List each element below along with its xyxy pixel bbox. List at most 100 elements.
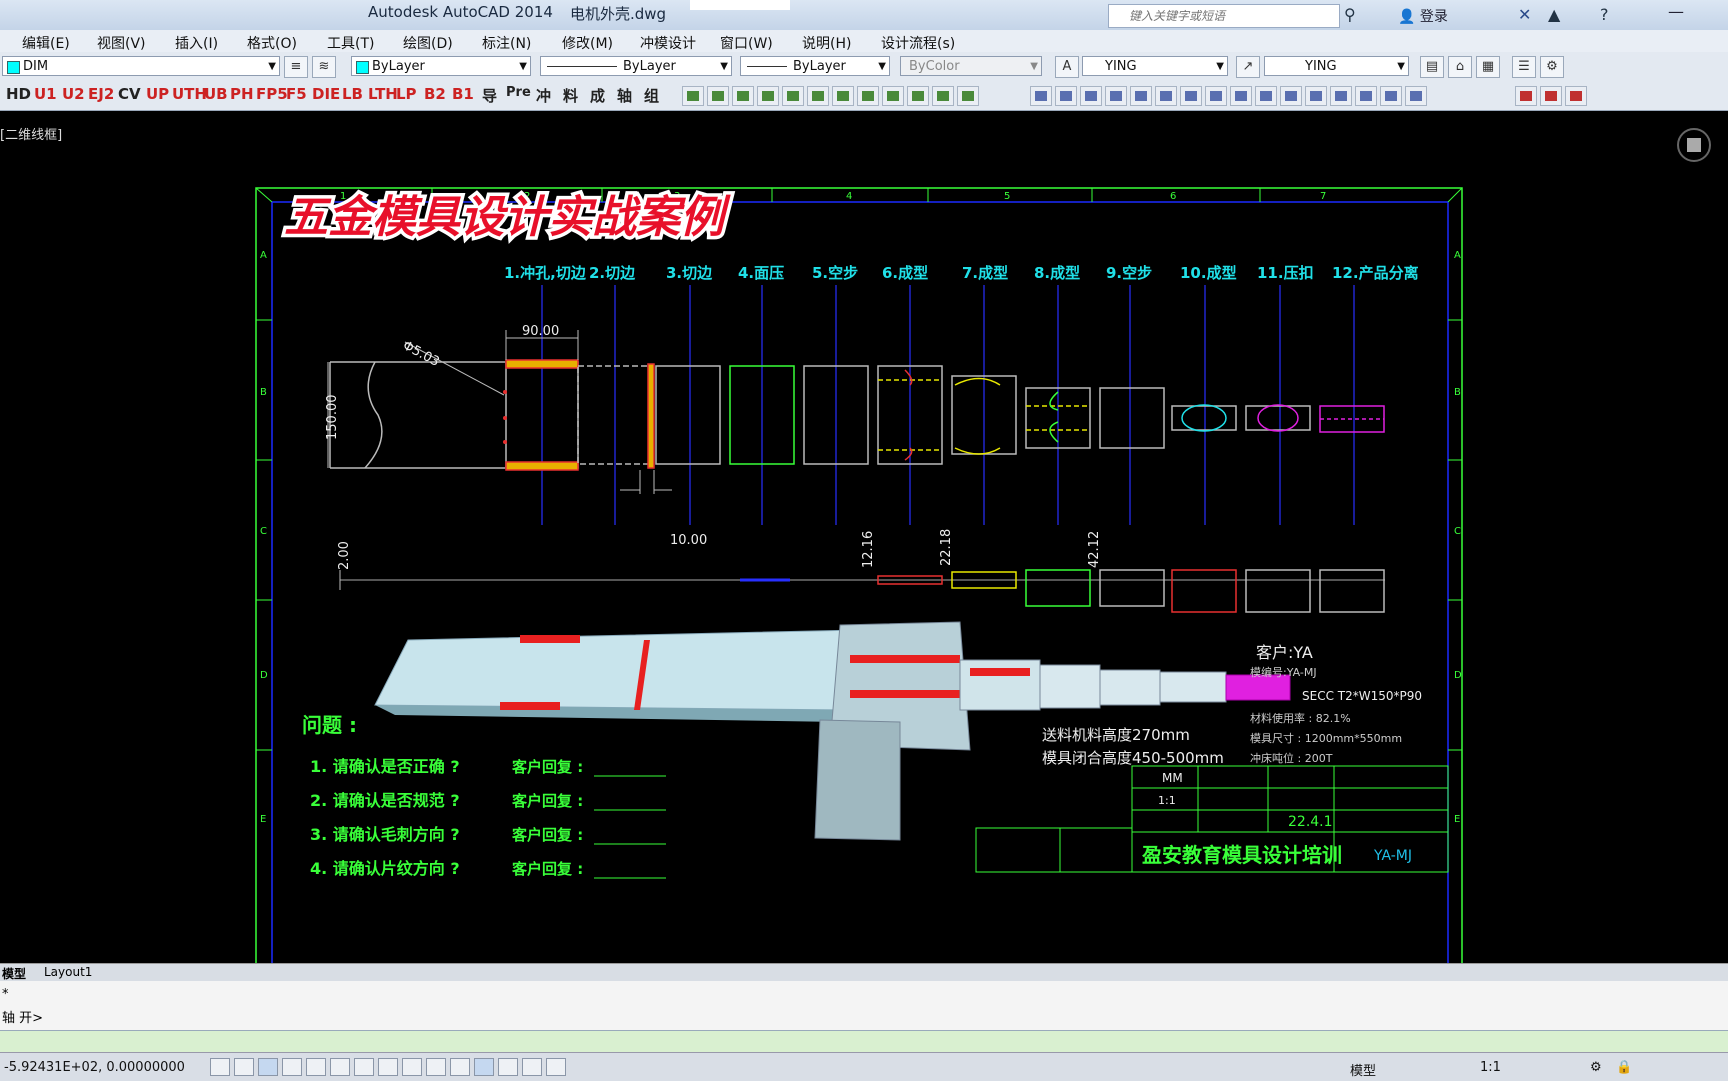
menu-tools[interactable]: 工具(T): [327, 33, 374, 53]
exchange-icon[interactable]: ✕: [1518, 5, 1531, 24]
tool-icon[interactable]: [757, 86, 779, 106]
tool-icon[interactable]: [1105, 86, 1127, 106]
tool-u2[interactable]: U2: [62, 85, 85, 103]
tool-axis[interactable]: 轴: [617, 85, 632, 106]
tool-icon[interactable]: [707, 86, 729, 106]
am-toggle-icon[interactable]: [546, 1058, 566, 1076]
tool-lth[interactable]: LTH: [368, 85, 398, 103]
tool-icon[interactable]: [832, 86, 854, 106]
tool-icon[interactable]: [732, 86, 754, 106]
tool-b2[interactable]: B2: [424, 85, 446, 103]
menu-edit[interactable]: 编辑(E): [22, 33, 70, 53]
help-icon[interactable]: ?: [1600, 5, 1609, 24]
tool-icon[interactable]: [882, 86, 904, 106]
dim-style-icon[interactable]: ↗: [1236, 56, 1260, 78]
tool-icon[interactable]: [1280, 86, 1302, 106]
tool-form[interactable]: 成: [590, 85, 605, 106]
ortho-toggle-icon[interactable]: [282, 1058, 302, 1076]
tool-up[interactable]: UP: [146, 85, 169, 103]
tool-icon[interactable]: [1030, 86, 1052, 106]
tool-icon[interactable]: [1180, 86, 1202, 106]
color-combo[interactable]: ByLayer ▼: [351, 56, 531, 76]
multileader-icon[interactable]: ⌂: [1448, 56, 1472, 78]
tool-icon[interactable]: [1205, 86, 1227, 106]
tool-icon[interactable]: [1565, 86, 1587, 106]
tool-lb[interactable]: LB: [342, 85, 363, 103]
tool-icon[interactable]: [932, 86, 954, 106]
annotation-scale[interactable]: 1:1: [1480, 1060, 1501, 1075]
tool-cv[interactable]: CV: [118, 85, 141, 103]
minimize-button[interactable]: —: [1668, 2, 1684, 21]
3dosnap-toggle-icon[interactable]: [354, 1058, 374, 1076]
tool-group[interactable]: 组: [644, 85, 659, 106]
tool-ub[interactable]: UB: [204, 85, 228, 103]
qp-toggle-icon[interactable]: [498, 1058, 518, 1076]
menu-help[interactable]: 说明(H): [802, 33, 851, 53]
menu-modify[interactable]: 修改(M): [562, 33, 613, 53]
textstyle-combo[interactable]: YING ▼: [1082, 56, 1228, 76]
tool-lp[interactable]: LP: [396, 85, 417, 103]
binoculars-icon[interactable]: ⚲: [1344, 5, 1356, 24]
tool-icon[interactable]: [782, 86, 804, 106]
tool-icon[interactable]: [682, 86, 704, 106]
tool-punch[interactable]: 冲: [536, 85, 551, 106]
tool-ej2[interactable]: EJ2: [88, 85, 114, 103]
tool-icon[interactable]: [1255, 86, 1277, 106]
tpy-toggle-icon[interactable]: [474, 1058, 494, 1076]
tool-u1[interactable]: U1: [34, 85, 57, 103]
sc-toggle-icon[interactable]: [522, 1058, 542, 1076]
menu-dimension[interactable]: 标注(N): [482, 33, 531, 53]
tool-icon[interactable]: [1080, 86, 1102, 106]
properties-icon[interactable]: ⚙: [1540, 56, 1564, 78]
grid-toggle-icon[interactable]: [258, 1058, 278, 1076]
coordinate-readout[interactable]: -5.92431E+02, 0.00000000: [4, 1060, 185, 1075]
model-space-button[interactable]: 模型: [1350, 1060, 1376, 1079]
layer-match-icon[interactable]: ≋: [312, 56, 336, 78]
tool-icon[interactable]: [1405, 86, 1427, 106]
menu-draw[interactable]: 绘图(D): [403, 33, 453, 53]
menu-format[interactable]: 格式(O): [247, 33, 297, 53]
workspace-gear-icon[interactable]: ⚙: [1590, 1060, 1602, 1075]
tool-hd[interactable]: HD: [6, 85, 31, 103]
tool-material[interactable]: 料: [563, 85, 578, 106]
autodesk-icon[interactable]: ▲: [1548, 5, 1560, 24]
dimstyle-combo[interactable]: YING ▼: [1264, 56, 1409, 76]
lineweight-combo[interactable]: ByLayer ▼: [740, 56, 890, 76]
tool-icon[interactable]: [957, 86, 979, 106]
lwt-toggle-icon[interactable]: [450, 1058, 470, 1076]
search-box[interactable]: [1108, 4, 1341, 28]
linetype-combo[interactable]: ByLayer ▼: [540, 56, 732, 76]
viewcube-face[interactable]: [1687, 138, 1701, 152]
tool-icon[interactable]: [1380, 86, 1402, 106]
drawing-canvas[interactable]: 1 2 3 4 5 6 7 A B C D E A B C D E 五金模具设计…: [0, 110, 1728, 965]
tab-model[interactable]: 模型: [2, 965, 26, 982]
tool-icon[interactable]: [907, 86, 929, 106]
otrack-toggle-icon[interactable]: [378, 1058, 398, 1076]
tool-ph[interactable]: PH: [230, 85, 254, 103]
tool-icon[interactable]: [1305, 86, 1327, 106]
dyn-toggle-icon[interactable]: [426, 1058, 446, 1076]
layer-state-icon[interactable]: ≡: [284, 56, 308, 78]
tool-icon[interactable]: [1155, 86, 1177, 106]
table-style-icon[interactable]: ▤: [1420, 56, 1444, 78]
snap-toggle-icon[interactable]: [234, 1058, 254, 1076]
infer-toggle-icon[interactable]: [210, 1058, 230, 1076]
lock-icon[interactable]: 🔒: [1616, 1060, 1632, 1075]
tool-f5[interactable]: F5: [286, 85, 307, 103]
ducs-toggle-icon[interactable]: [402, 1058, 422, 1076]
view-icon[interactable]: ▦: [1476, 56, 1500, 78]
menu-view[interactable]: 视图(V): [97, 33, 146, 53]
tool-icon[interactable]: [1055, 86, 1077, 106]
menu-die-design[interactable]: 冲模设计: [640, 33, 696, 53]
osnap-toggle-icon[interactable]: [330, 1058, 350, 1076]
tool-pre[interactable]: Pre: [506, 85, 531, 100]
command-input[interactable]: [0, 1030, 1728, 1053]
tool-icon[interactable]: [857, 86, 879, 106]
tool-icon[interactable]: [1515, 86, 1537, 106]
menu-design-flow[interactable]: 设计流程(s): [881, 33, 955, 53]
tool-icon[interactable]: [1355, 86, 1377, 106]
tool-icon[interactable]: [1230, 86, 1252, 106]
tool-icon[interactable]: [807, 86, 829, 106]
tab-layout1[interactable]: Layout1: [44, 965, 92, 979]
text-style-icon[interactable]: A: [1055, 56, 1079, 78]
